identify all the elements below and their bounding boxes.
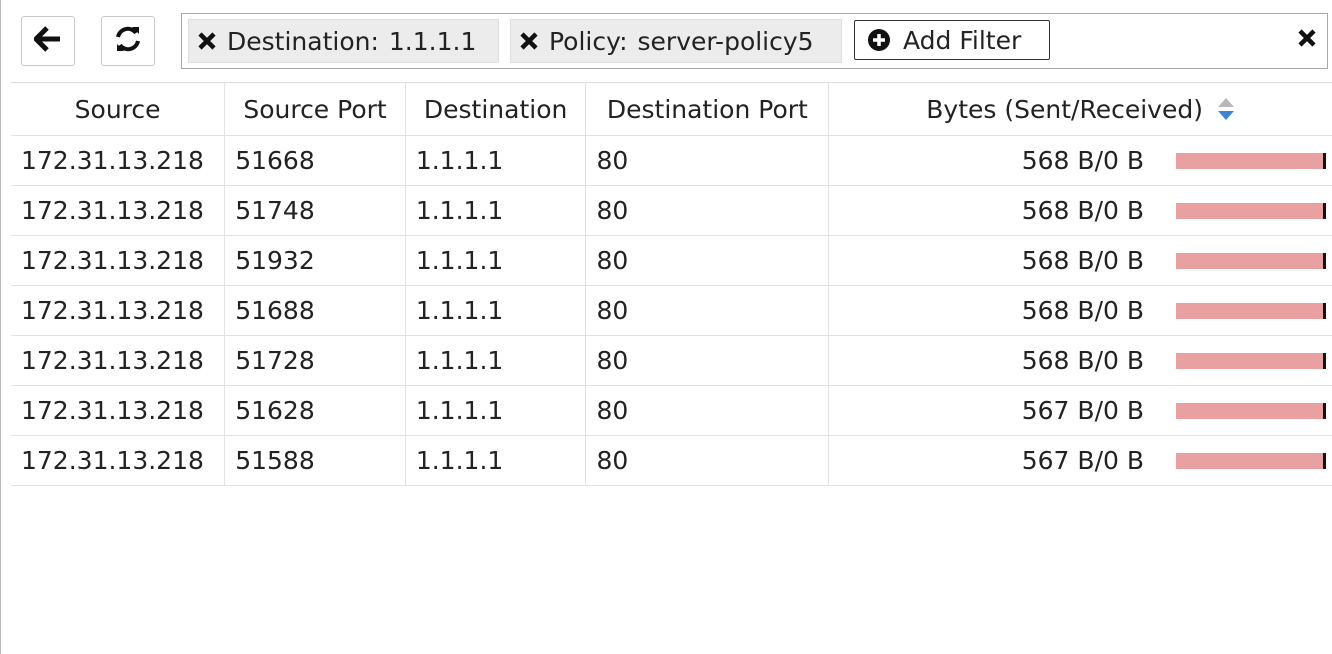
destination-cell: 1.1.1.1 (405, 135, 587, 186)
source-port-cell: 51688 (224, 285, 406, 336)
destination-cell: 1.1.1.1 (405, 385, 587, 436)
clear-filters-button[interactable] (1295, 28, 1319, 52)
filter-value: 1.1.1.1 (388, 26, 477, 56)
bytes-value: 567 B/0 B (1021, 446, 1144, 475)
destination-port-cell: 80 (585, 285, 830, 336)
column-header-destination-port[interactable]: Destination Port (585, 82, 830, 136)
destination-cell: 1.1.1.1 (405, 185, 587, 236)
filter-key: Destination: (227, 26, 379, 56)
destination-cell: 1.1.1.1 (405, 335, 587, 386)
source-cell: 172.31.13.218 (11, 235, 226, 286)
bytes-cell: 568 B/0 B (828, 335, 1332, 386)
refresh-icon (114, 25, 142, 57)
bytes-value: 568 B/0 B (1021, 296, 1144, 325)
bytes-bar (1176, 452, 1326, 469)
bytes-bar (1176, 302, 1326, 319)
back-button[interactable] (21, 16, 75, 66)
source-cell: 172.31.13.218 (11, 135, 226, 186)
session-panel: Destination: 1.1.1.1 Policy: server-poli… (0, 0, 1332, 654)
column-header-source-port[interactable]: Source Port (224, 82, 406, 136)
arrow-left-icon (33, 26, 62, 56)
add-filter-button[interactable]: Add Filter (854, 20, 1050, 60)
bytes-cell: 568 B/0 B (828, 285, 1332, 336)
filter-bar[interactable]: Destination: 1.1.1.1 Policy: server-poli… (181, 13, 1328, 69)
toolbar: Destination: 1.1.1.1 Policy: server-poli… (1, 0, 1332, 80)
table-row[interactable]: 172.31.13.218 51628 1.1.1.1 80 567 B/0 B (11, 385, 1332, 436)
source-cell: 172.31.13.218 (11, 385, 226, 436)
source-port-cell: 51932 (224, 235, 406, 286)
table-row[interactable]: 172.31.13.218 51668 1.1.1.1 80 568 B/0 B (11, 135, 1332, 186)
source-port-cell: 51628 (224, 385, 406, 436)
table-row[interactable]: 172.31.13.218 51588 1.1.1.1 80 567 B/0 B (11, 435, 1332, 486)
destination-port-cell: 80 (585, 135, 830, 186)
bytes-value: 567 B/0 B (1021, 396, 1144, 425)
sessions-table: Source Source Port Destination Destinati… (11, 82, 1332, 486)
filter-chip-policy[interactable]: Policy: server-policy5 (510, 19, 842, 63)
filter-value: server-policy5 (637, 26, 814, 56)
table-row[interactable]: 172.31.13.218 51688 1.1.1.1 80 568 B/0 B (11, 285, 1332, 336)
source-port-cell: 51668 (224, 135, 406, 186)
destination-port-cell: 80 (585, 235, 830, 286)
destination-port-cell: 80 (585, 185, 830, 236)
bytes-bar (1176, 352, 1326, 369)
close-icon[interactable] (197, 31, 219, 51)
column-header-destination[interactable]: Destination (405, 82, 587, 136)
source-cell: 172.31.13.218 (11, 335, 226, 386)
column-header-bytes[interactable]: Bytes (Sent/Received) (828, 82, 1332, 136)
table-body: 172.31.13.218 51668 1.1.1.1 80 568 B/0 B 172.… (11, 135, 1332, 486)
destination-port-cell: 80 (585, 385, 830, 436)
bytes-cell: 567 B/0 B (828, 385, 1332, 436)
source-port-cell: 51728 (224, 335, 406, 386)
filter-key: Policy: (549, 26, 628, 56)
plus-circle-icon (867, 28, 891, 52)
bytes-cell: 568 B/0 B (828, 185, 1332, 236)
refresh-button[interactable] (101, 16, 155, 66)
bytes-bar (1176, 152, 1326, 169)
filter-chip-destination[interactable]: Destination: 1.1.1.1 (188, 19, 499, 63)
bytes-bar (1176, 252, 1326, 269)
column-header-bytes-label: Bytes (Sent/Received) (926, 94, 1203, 124)
bytes-cell: 568 B/0 B (828, 235, 1332, 286)
destination-port-cell: 80 (585, 435, 830, 486)
bytes-bar (1176, 202, 1326, 219)
bytes-cell: 568 B/0 B (828, 135, 1332, 186)
close-icon (1297, 28, 1317, 52)
table-row[interactable]: 172.31.13.218 51932 1.1.1.1 80 568 B/0 B (11, 235, 1332, 286)
source-cell: 172.31.13.218 (11, 185, 226, 236)
source-cell: 172.31.13.218 (11, 435, 226, 486)
table-header-row: Source Source Port Destination Destinati… (11, 82, 1332, 136)
destination-cell: 1.1.1.1 (405, 235, 587, 286)
column-header-source[interactable]: Source (11, 82, 226, 136)
source-cell: 172.31.13.218 (11, 285, 226, 336)
source-port-cell: 51588 (224, 435, 406, 486)
bytes-value: 568 B/0 B (1021, 146, 1144, 175)
bytes-bar (1176, 402, 1326, 419)
bytes-value: 568 B/0 B (1021, 196, 1144, 225)
add-filter-label: Add Filter (903, 25, 1022, 55)
source-port-cell: 51748 (224, 185, 406, 236)
bytes-value: 568 B/0 B (1021, 346, 1144, 375)
table-row[interactable]: 172.31.13.218 51728 1.1.1.1 80 568 B/0 B (11, 335, 1332, 386)
destination-port-cell: 80 (585, 335, 830, 386)
destination-cell: 1.1.1.1 (405, 285, 587, 336)
bytes-cell: 567 B/0 B (828, 435, 1332, 486)
bytes-value: 568 B/0 B (1021, 246, 1144, 275)
close-icon[interactable] (519, 31, 541, 51)
destination-cell: 1.1.1.1 (405, 435, 587, 486)
table-row[interactable]: 172.31.13.218 51748 1.1.1.1 80 568 B/0 B (11, 185, 1332, 236)
sort-icon[interactable] (1217, 96, 1235, 122)
